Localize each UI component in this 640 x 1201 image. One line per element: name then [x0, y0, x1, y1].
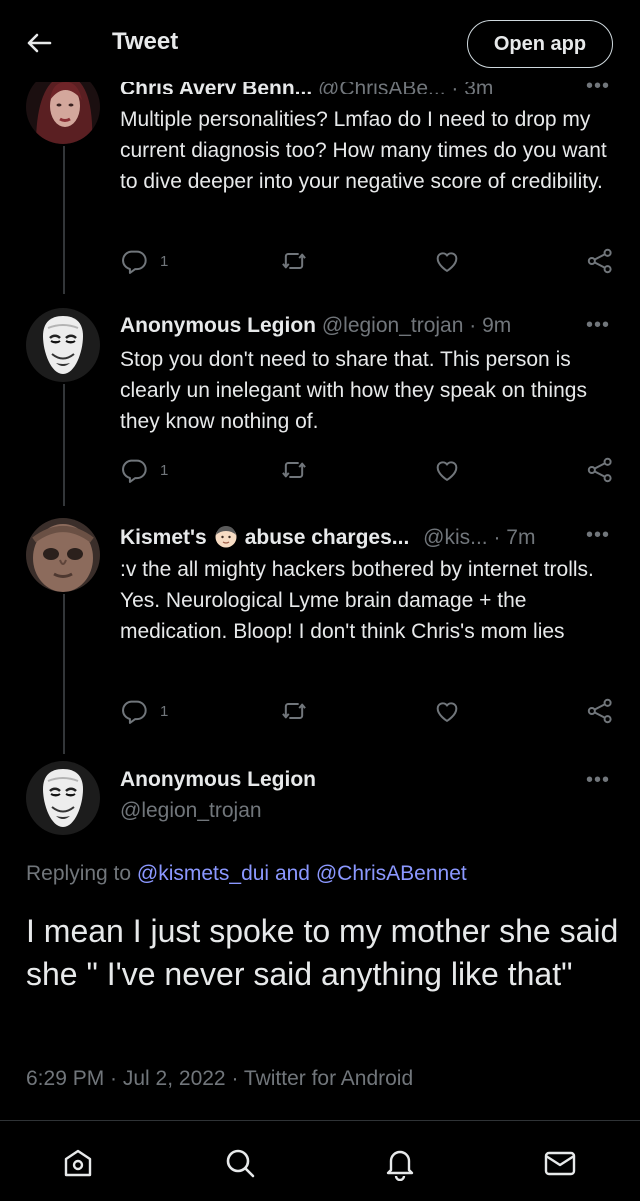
more-options-icon[interactable]: •••: [586, 524, 610, 547]
retweet-icon: [280, 247, 308, 275]
heart-icon: [433, 456, 461, 484]
tweet-timestamp: 6:29 PM · Jul 2, 2022 · Twitter for Andr…: [26, 1067, 414, 1090]
share-icon: [586, 697, 614, 725]
search-icon: [226, 1149, 255, 1178]
messages-envelope-icon: [544, 1151, 576, 1176]
like-button[interactable]: [433, 696, 461, 726]
tweet-header: Kismet's abuse charges... @kis... · 7m: [120, 523, 535, 550]
mention-link[interactable]: @ChrisABennet: [316, 862, 467, 885]
thread-line: [63, 594, 65, 754]
reply-icon: [120, 697, 148, 725]
reply-count: 1: [160, 702, 169, 720]
nav-home[interactable]: [60, 1145, 96, 1181]
share-icon: [586, 456, 614, 484]
share-button[interactable]: [586, 246, 614, 276]
tweet-actions: 1: [120, 246, 620, 276]
retweet-button[interactable]: [280, 455, 308, 485]
replying-to: Replying to @kismets_dui and @ChrisABenn…: [26, 862, 467, 886]
heart-icon: [433, 247, 461, 275]
author-name-part1[interactable]: Kismet's: [120, 526, 207, 549]
share-icon: [586, 247, 614, 275]
nav-search[interactable]: [222, 1145, 258, 1181]
avatar[interactable]: [26, 518, 100, 592]
author-name[interactable]: Anonymous Legion: [120, 768, 316, 792]
author-name[interactable]: Anonymous Legion: [120, 314, 316, 337]
tweet-header: Anonymous Legion @legion_trojan · 9m: [120, 314, 511, 338]
replying-prefix: Replying to: [26, 862, 132, 885]
bottom-nav: [0, 1120, 640, 1201]
reply-button[interactable]: 1: [120, 246, 168, 276]
more-options-icon[interactable]: •••: [586, 769, 610, 792]
author-handle[interactable]: @kis...: [423, 526, 488, 549]
reply-icon: [120, 456, 148, 484]
tweet-actions: 1: [120, 455, 620, 485]
thread-line: [63, 146, 65, 294]
avatar[interactable]: [26, 308, 100, 382]
tweet-actions: 1: [120, 696, 620, 726]
like-button[interactable]: [433, 246, 461, 276]
replying-and: and: [274, 862, 310, 885]
retweet-button[interactable]: [280, 696, 308, 726]
share-button[interactable]: [586, 455, 614, 485]
retweet-icon: [280, 697, 308, 725]
home-icon: [64, 1149, 92, 1177]
avatar[interactable]: [26, 761, 100, 835]
man-emoji-icon: [215, 526, 237, 548]
tweet-text: :v the all mighty hackers bothered by in…: [120, 558, 594, 643]
tweet-time: · 7m: [493, 526, 536, 549]
retweet-icon: [280, 456, 308, 484]
thread-line: [63, 384, 65, 506]
more-options-icon[interactable]: •••: [586, 314, 610, 337]
back-arrow-icon[interactable]: [24, 28, 54, 58]
tweet-text: Multiple personalities? Lmfao do I need …: [120, 108, 607, 193]
retweet-button[interactable]: [280, 246, 308, 276]
author-name-part2[interactable]: abuse charges...: [245, 526, 410, 549]
author-handle[interactable]: @legion_trojan: [120, 799, 262, 823]
author-handle[interactable]: @legion_trojan: [322, 314, 464, 337]
reply-icon: [120, 247, 148, 275]
reply-count: 1: [160, 252, 169, 270]
share-button[interactable]: [586, 696, 614, 726]
page-title: Tweet: [112, 28, 179, 55]
nav-messages[interactable]: [542, 1145, 578, 1181]
main-tweet-text: I mean I just spoke to my mother she sai…: [26, 913, 619, 992]
reply-button[interactable]: 1: [120, 696, 168, 726]
notifications-bell-icon: [386, 1150, 414, 1182]
top-bar: Tweet Open app: [0, 0, 640, 82]
reply-button[interactable]: 1: [120, 455, 168, 485]
tweet-text: Stop you don't need to share that. This …: [120, 348, 587, 433]
open-app-button[interactable]: Open app: [467, 20, 613, 68]
like-button[interactable]: [433, 455, 461, 485]
heart-icon: [433, 697, 461, 725]
reply-count: 1: [160, 461, 169, 479]
nav-notifications[interactable]: [382, 1145, 418, 1182]
tweet-time: · 9m: [469, 314, 512, 337]
mention-link[interactable]: @kismets_dui: [137, 862, 269, 885]
